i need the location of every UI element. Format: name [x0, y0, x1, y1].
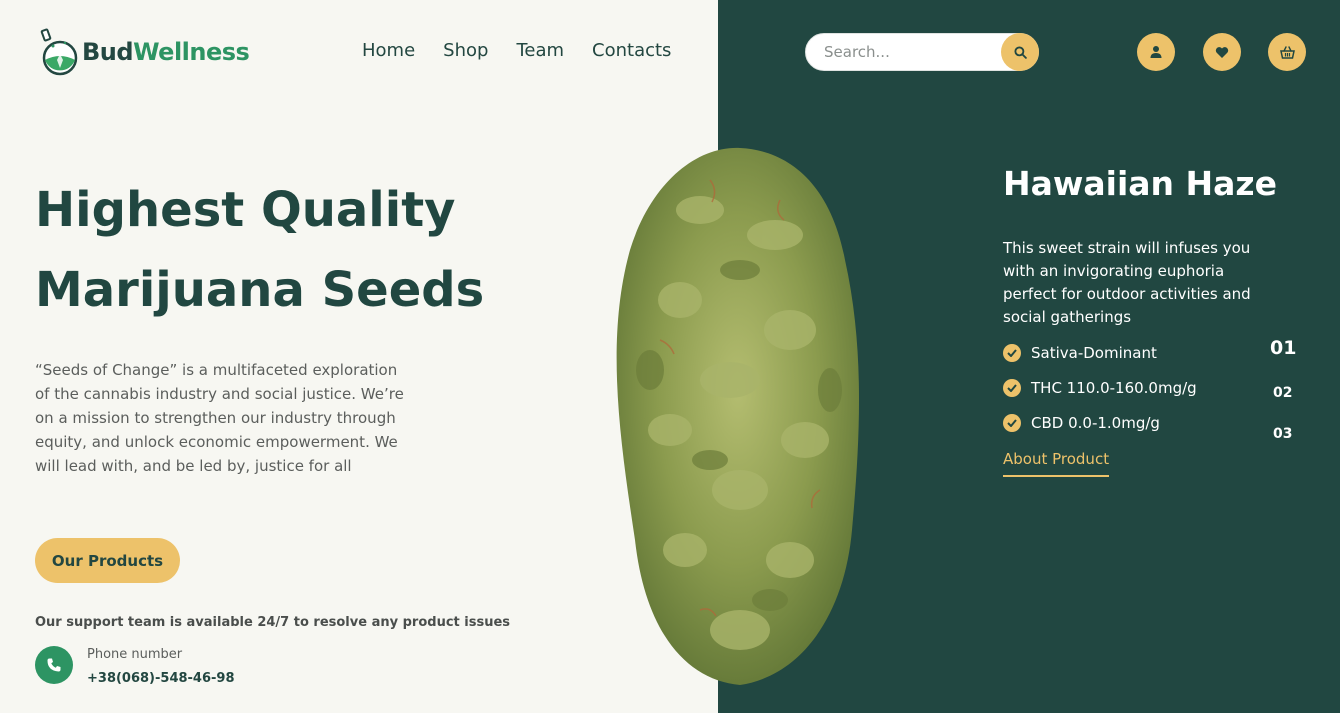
- feature-item: CBD 0.0-1.0mg/g: [1003, 414, 1160, 432]
- check-icon: [1003, 344, 1021, 362]
- feature-label: CBD 0.0-1.0mg/g: [1031, 414, 1160, 432]
- nav-home[interactable]: Home: [362, 40, 415, 61]
- nav-shop[interactable]: Shop: [443, 40, 488, 61]
- phone-label: Phone number: [87, 647, 183, 662]
- phone-number[interactable]: +38(068)-548-46-98: [87, 671, 235, 686]
- nav-team[interactable]: Team: [516, 40, 564, 61]
- hero-title-line2: Marijuana Seeds: [35, 262, 485, 318]
- slider-step-2[interactable]: 02: [1273, 385, 1292, 401]
- brand-name-part1: Bud: [82, 38, 134, 66]
- check-icon: [1003, 379, 1021, 397]
- feature-item: Sativa-Dominant: [1003, 344, 1157, 362]
- support-text: Our support team is available 24/7 to re…: [35, 615, 511, 630]
- search-input[interactable]: [824, 43, 994, 61]
- account-button[interactable]: [1137, 33, 1175, 71]
- feature-label: THC 110.0-160.0mg/g: [1031, 379, 1197, 397]
- about-product-link[interactable]: About Product: [1003, 450, 1110, 477]
- wishlist-button[interactable]: [1203, 33, 1241, 71]
- search-button[interactable]: [1001, 33, 1039, 71]
- brand-name: BudWellness: [82, 38, 250, 66]
- feature-item: THC 110.0-160.0mg/g: [1003, 379, 1197, 397]
- product-name: Hawaiian Haze: [1003, 164, 1277, 203]
- product-description: This sweet strain will infuses you with …: [1003, 239, 1251, 326]
- feature-label: Sativa-Dominant: [1031, 344, 1157, 362]
- hero-description: “Seeds of Change” is a multifaceted expl…: [35, 361, 404, 475]
- phone-icon: [47, 658, 61, 672]
- slider-step-1[interactable]: 01: [1270, 337, 1296, 359]
- cart-button[interactable]: [1268, 33, 1306, 71]
- search-box: [805, 33, 1039, 71]
- hero-title-line1: Highest Quality: [35, 182, 456, 238]
- brand-name-part2: Wellness: [133, 38, 250, 66]
- logo[interactable]: BudWellness: [38, 28, 250, 76]
- nav-contacts[interactable]: Contacts: [592, 40, 671, 61]
- main-nav: Home Shop Team Contacts: [362, 40, 671, 61]
- our-products-button[interactable]: Our Products: [35, 538, 180, 583]
- search-icon: [1013, 45, 1027, 59]
- slider-step-3[interactable]: 03: [1273, 426, 1292, 442]
- basket-icon: [1279, 45, 1295, 59]
- product-image: [616, 147, 860, 685]
- hero-title: Highest Quality Marijuana Seeds: [35, 170, 555, 330]
- phone-icon-badge: [35, 646, 73, 684]
- heart-icon: [1215, 46, 1229, 58]
- check-icon: [1003, 414, 1021, 432]
- user-icon: [1150, 46, 1162, 58]
- logo-flask-icon: [38, 28, 78, 76]
